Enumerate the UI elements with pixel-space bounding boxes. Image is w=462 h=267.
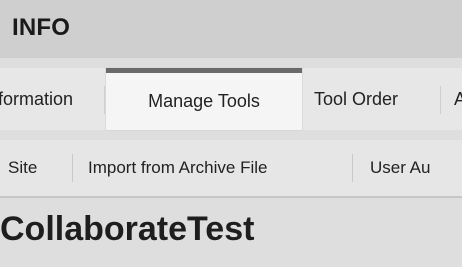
subnav-divider: [352, 154, 353, 182]
tab-information[interactable]: formation: [0, 68, 73, 130]
site-title: CollaborateTest: [0, 210, 255, 248]
tab-divider: [104, 86, 105, 114]
tabs-bar: formation Manage Tools Tool Order A: [0, 68, 462, 130]
tab-next[interactable]: A: [454, 68, 462, 130]
subnav-underline: [0, 196, 462, 198]
page-header-title: INFO: [12, 14, 71, 41]
subnav-item-import-from-archive-file[interactable]: Import from Archive File: [88, 140, 268, 196]
tab-divider: [440, 86, 441, 114]
subnav-item-user-audit[interactable]: User Au: [370, 140, 430, 196]
title-bar: INFO: [0, 0, 462, 58]
subnav-divider: [72, 154, 73, 182]
subnav-item-site[interactable]: Site: [8, 140, 37, 196]
tab-tool-order[interactable]: Tool Order: [314, 68, 398, 130]
tab-manage-tools[interactable]: Manage Tools: [106, 68, 302, 130]
subnav-bar: Site Import from Archive File User Au: [0, 140, 462, 196]
site-info-panel: INFO formation Manage Tools Tool Order A…: [0, 0, 462, 267]
